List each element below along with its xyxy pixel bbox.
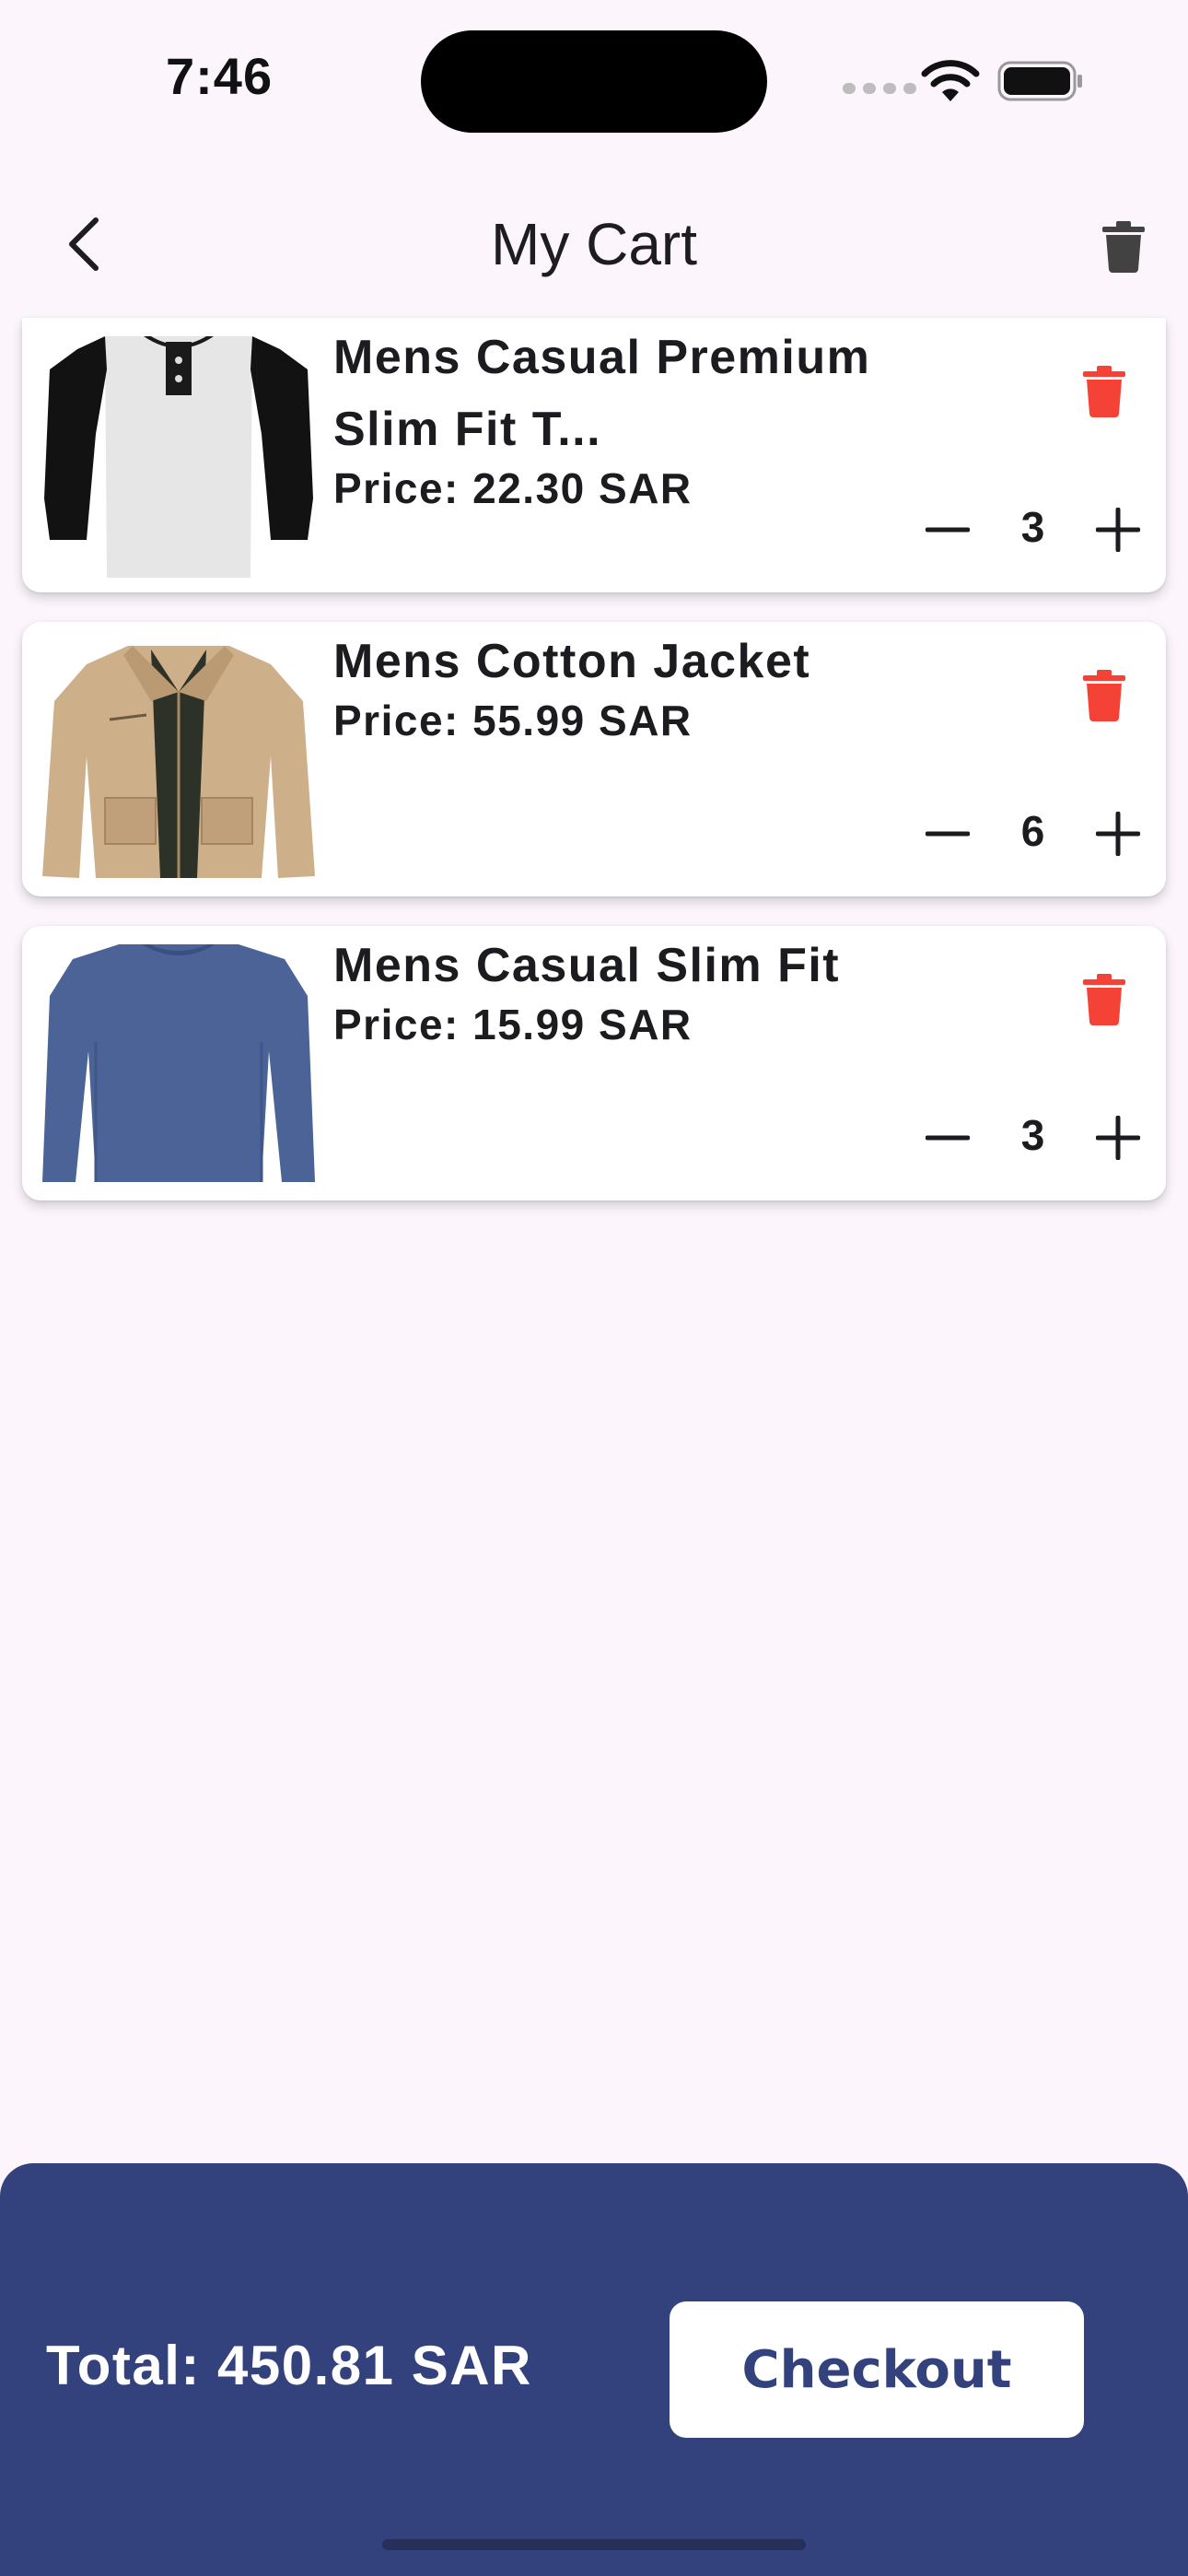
raglan-tshirt-image <box>41 333 317 578</box>
minus-icon <box>926 831 970 837</box>
plus-icon <box>1096 1116 1140 1160</box>
plus-icon <box>1096 812 1140 856</box>
battery-icon <box>997 61 1082 101</box>
decrease-quantity-button[interactable] <box>911 1101 984 1175</box>
checkout-bar: Total: 450.81 SAR Checkout <box>0 2163 1188 2576</box>
cart-item: Mens Casual Premium Slim Fit T... Price:… <box>22 318 1166 592</box>
cart-total: Total: 450.81 SAR <box>46 2335 532 2396</box>
product-image[interactable] <box>41 637 317 882</box>
quantity-stepper: 3 <box>911 493 1159 567</box>
product-price: Price: 22.30 SAR <box>333 464 693 512</box>
cart-item: Mens Casual Slim Fit Price: 15.99 SAR 3 <box>22 926 1166 1200</box>
quantity-value: 3 <box>1020 1111 1045 1159</box>
product-price: Price: 15.99 SAR <box>333 1001 693 1048</box>
quantity-stepper: 6 <box>911 797 1159 871</box>
checkout-button[interactable]: Checkout <box>670 2301 1084 2438</box>
status-time: 7:46 <box>166 47 274 105</box>
plus-icon <box>1096 508 1140 552</box>
decrease-quantity-button[interactable] <box>911 797 984 871</box>
app-bar: My Cart <box>0 184 1188 304</box>
cotton-jacket-image <box>41 637 317 882</box>
product-title: Mens Casual Slim Fit <box>333 939 841 992</box>
page-title: My Cart <box>491 211 697 277</box>
product-price: Price: 55.99 SAR <box>333 697 693 744</box>
quantity-stepper: 3 <box>911 1101 1159 1175</box>
product-title: Mens Casual Premium Slim Fit T... <box>333 331 871 456</box>
increase-quantity-button[interactable] <box>1081 797 1155 871</box>
wifi-icon <box>921 60 980 101</box>
decrease-quantity-button[interactable] <box>911 493 984 567</box>
product-title: Mens Cotton Jacket <box>333 635 811 688</box>
quantity-value: 3 <box>1020 503 1045 551</box>
delete-item-button[interactable] <box>1072 355 1136 428</box>
product-image[interactable] <box>41 941 317 1186</box>
trash-icon <box>1083 670 1125 721</box>
increase-quantity-button[interactable] <box>1081 493 1155 567</box>
status-bar: 7:46 <box>0 0 1188 157</box>
signal-dots-icon <box>843 83 916 94</box>
home-indicator[interactable] <box>382 2539 806 2550</box>
trash-icon <box>1083 366 1125 417</box>
minus-icon <box>926 527 970 533</box>
trash-icon <box>1083 974 1125 1025</box>
longsleeve-shirt-image <box>41 941 317 1186</box>
increase-quantity-button[interactable] <box>1081 1101 1155 1175</box>
trash-icon <box>1102 221 1145 273</box>
dynamic-island <box>421 30 767 133</box>
minus-icon <box>926 1135 970 1141</box>
cart-list: Mens Casual Premium Slim Fit T... Price:… <box>22 318 1166 1230</box>
cart-item: Mens Cotton Jacket Price: 55.99 SAR 6 <box>22 622 1166 896</box>
delete-item-button[interactable] <box>1072 963 1136 1036</box>
product-image[interactable] <box>41 333 317 578</box>
delete-item-button[interactable] <box>1072 659 1136 732</box>
quantity-value: 6 <box>1020 807 1045 855</box>
clear-cart-button[interactable] <box>1087 210 1160 284</box>
